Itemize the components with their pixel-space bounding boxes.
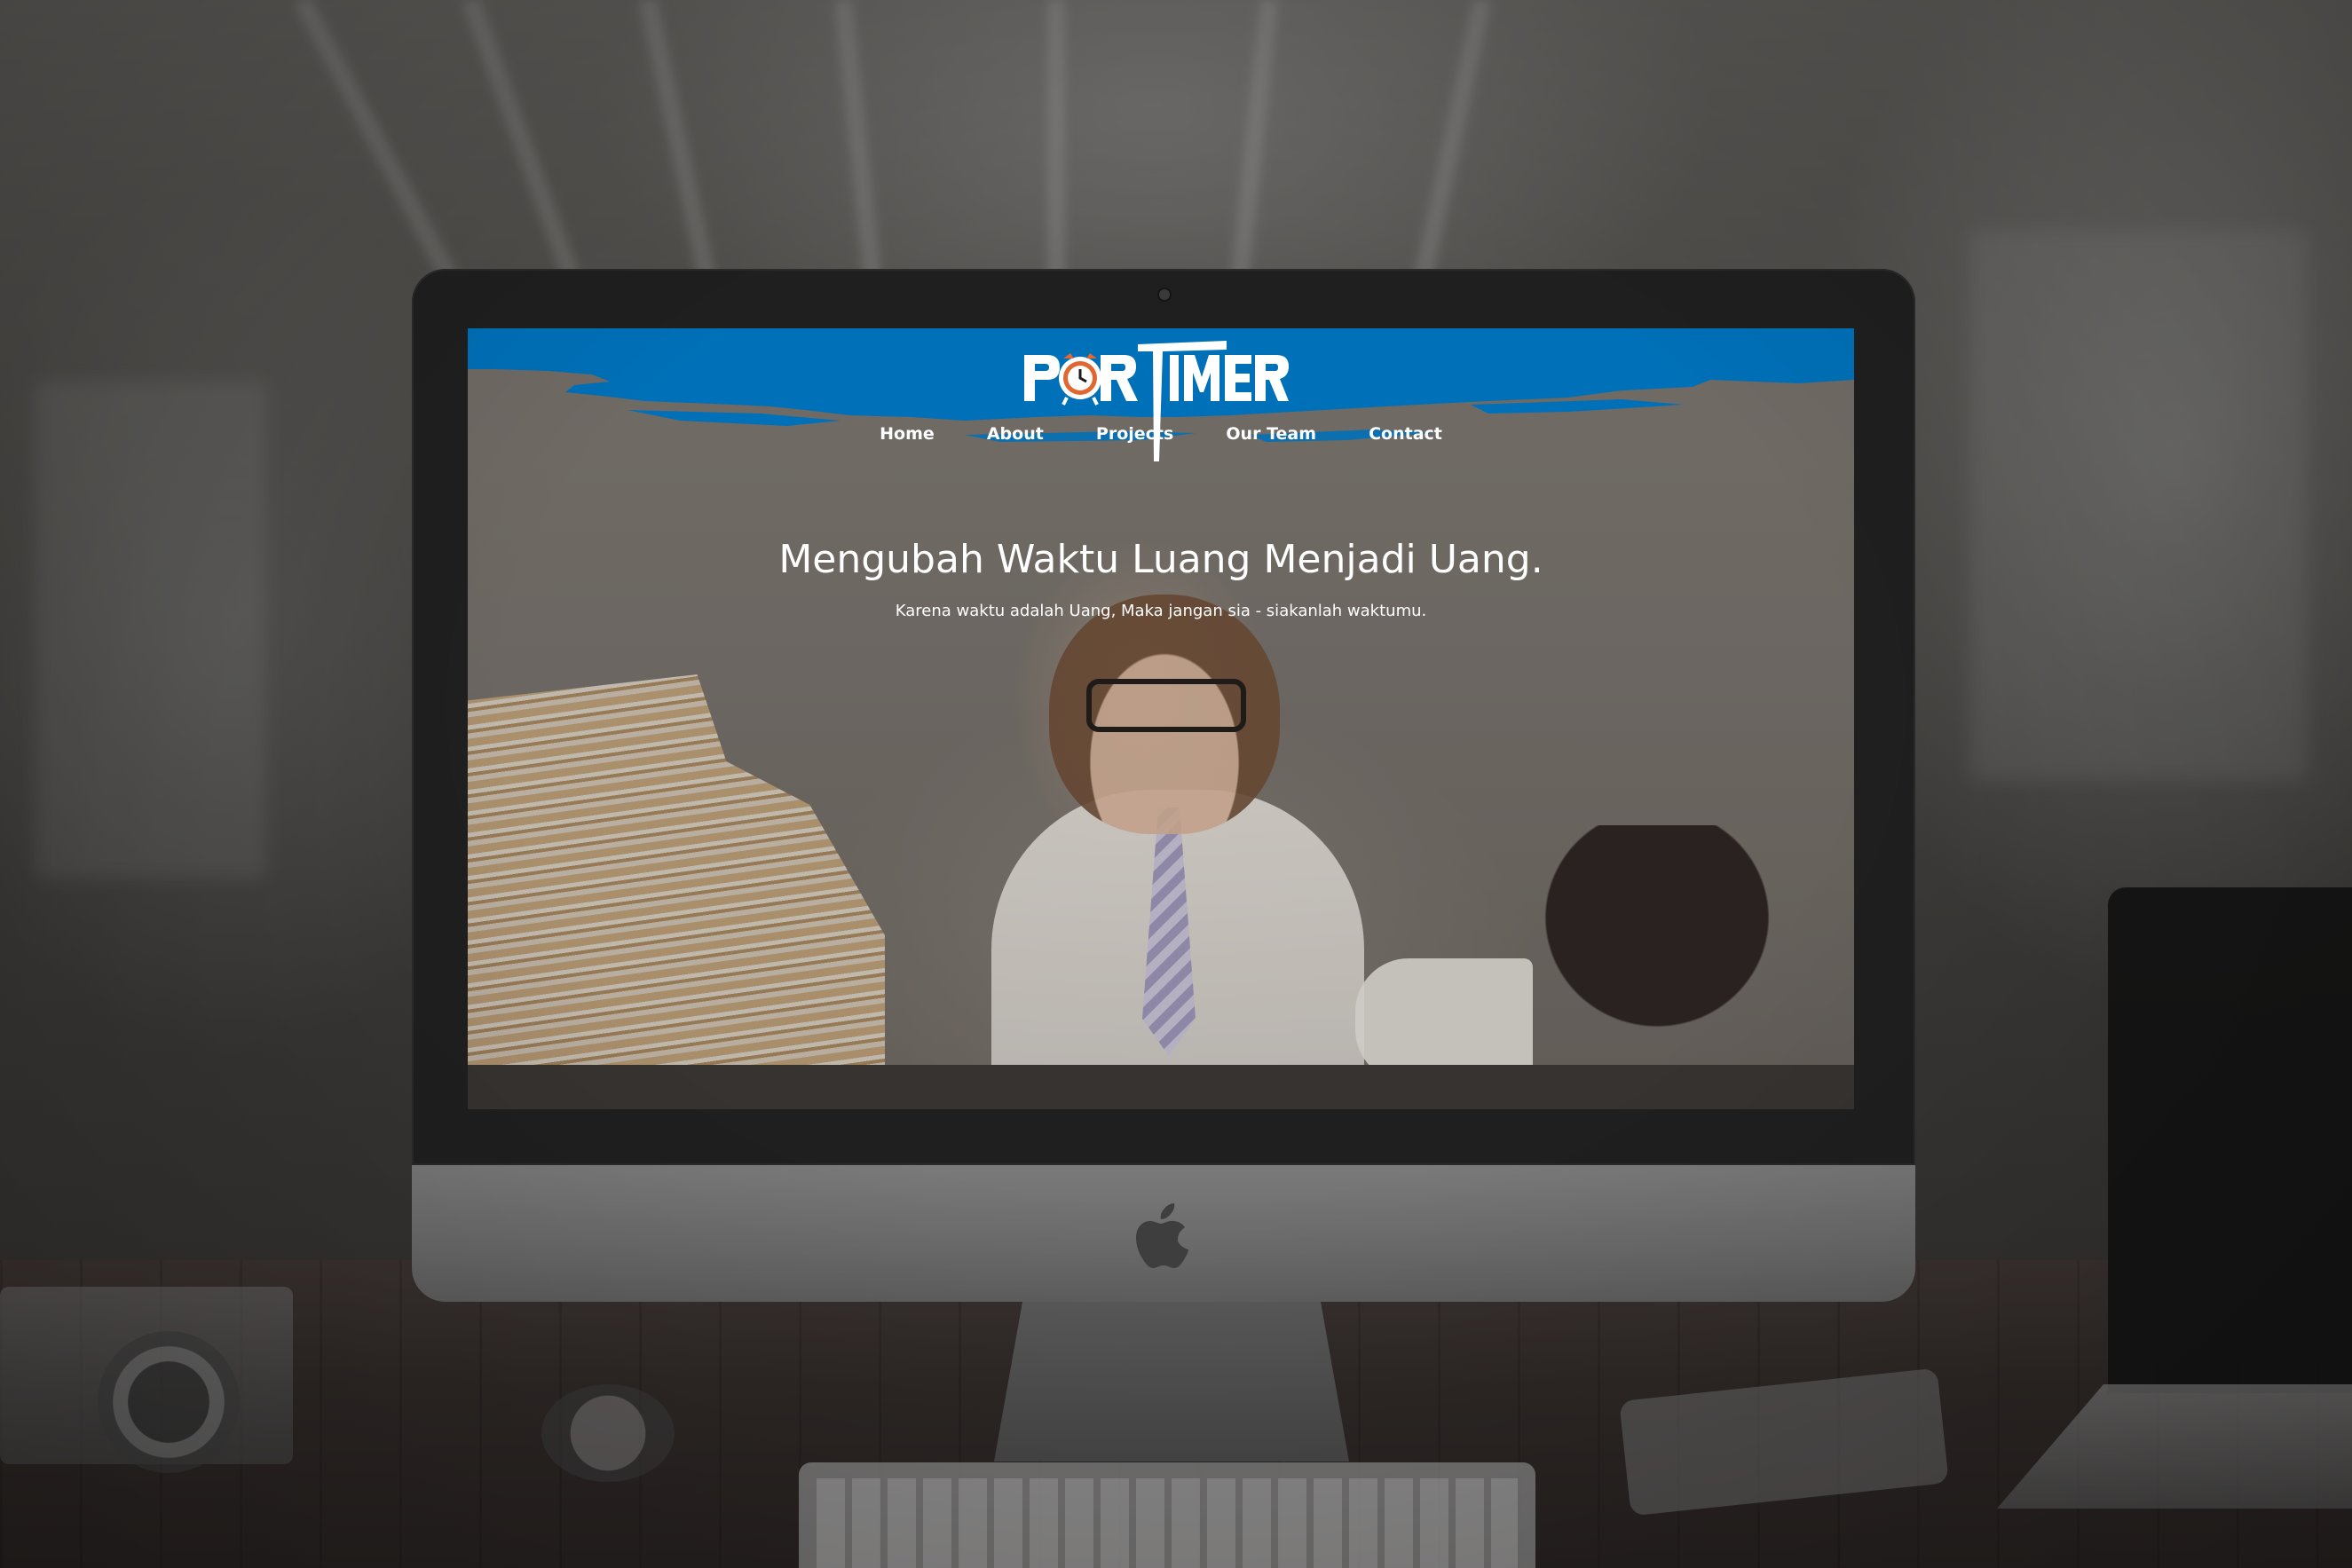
wrist-watch	[541, 1384, 675, 1482]
nav-about[interactable]: About	[987, 424, 1044, 444]
keyboard	[799, 1462, 1535, 1568]
webcam-icon	[1159, 289, 1170, 300]
main-nav: Home About Projects Our Team Contact	[468, 424, 1854, 449]
nav-contact[interactable]: Contact	[1369, 424, 1442, 444]
ceiling-light-beam	[294, 0, 469, 303]
imac-stand	[994, 1302, 1349, 1462]
hero-title: Mengubah Waktu Luang Menjadi Uang.	[778, 537, 1543, 582]
background-window	[1970, 231, 2308, 781]
website-screen: Home About Projects Our Team Contact Men…	[468, 328, 1854, 1109]
nav-projects[interactable]: Projects	[1096, 424, 1173, 444]
background-window	[36, 382, 266, 879]
nav-home[interactable]: Home	[880, 424, 935, 444]
imac-chin	[412, 1165, 1915, 1302]
apple-logo-icon	[1136, 1203, 1188, 1268]
alarm-clock-icon	[1059, 353, 1101, 406]
camera-lens	[98, 1331, 240, 1473]
hero-subtitle: Karena waktu adalah Uang, Maka jangan si…	[895, 602, 1427, 620]
laptop-screen	[2108, 887, 2352, 1393]
nav-our-team[interactable]: Our Team	[1226, 424, 1316, 444]
